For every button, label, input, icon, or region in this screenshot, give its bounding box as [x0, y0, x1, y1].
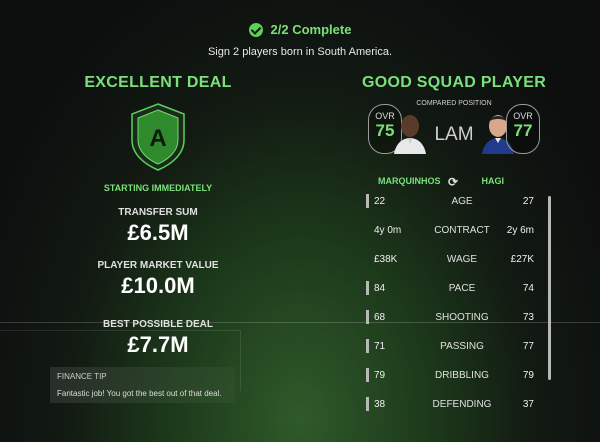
stat-name: DRIBBLING: [435, 370, 489, 381]
comparison-panel: GOOD SQUAD PLAYER OVR 75 COMPARED POSITI…: [356, 74, 552, 192]
stat-right-value: 74: [522, 283, 534, 294]
stat-right-value: 79: [522, 370, 534, 381]
stat-name: CONTRACT: [434, 225, 490, 236]
objective-status: 2/2 Complete: [248, 22, 352, 37]
stat-left-value: 38: [374, 399, 386, 410]
stat-name: WAGE: [446, 254, 478, 265]
stat-marker: [366, 397, 369, 411]
stats-list[interactable]: 22 AGE 27 4y 0m CONTRACT 2y 6m £38K WAGE…: [366, 190, 550, 422]
best-deal-value: £7.7M: [127, 332, 189, 357]
check-circle-icon: [248, 22, 263, 37]
right-player-name: HAGI: [481, 176, 505, 186]
stat-row-contract: 4y 0m CONTRACT 2y 6m: [366, 219, 550, 248]
stat-row-pace: 84 PACE 74: [366, 277, 550, 306]
comparison-heading: GOOD SQUAD PLAYER: [361, 74, 547, 91]
stat-name: PASSING: [440, 341, 484, 352]
objective-description: Sign 2 players born in South America.: [207, 45, 393, 58]
deal-panel: EXCELLENT DEAL A STARTING IMMEDIATELY TR…: [58, 74, 258, 358]
stat-left-value: 4y 0m: [374, 225, 402, 236]
transfer-sum-label: TRANSFER SUM: [118, 207, 198, 218]
stat-left-value: 84: [374, 283, 386, 294]
stat-name: DEFENDING: [432, 399, 492, 410]
finance-tip-text: Fantastic job! You got the best out of t…: [57, 389, 222, 398]
stat-row-age: 22 AGE 27: [366, 190, 550, 219]
stat-left-value: £38K: [374, 254, 398, 265]
stat-name: SHOOTING: [435, 312, 489, 323]
stats-scrollbar[interactable]: [548, 196, 551, 380]
stat-row-shooting: 68 SHOOTING 73: [366, 306, 550, 335]
stat-right-value: 73: [522, 312, 534, 323]
stat-marker: [366, 281, 369, 295]
compared-position-label: COMPARED POSITION: [416, 100, 492, 107]
stat-left-value: 71: [374, 341, 386, 352]
player-compare-header: OVR 75 COMPARED POSITION LAM OVR 77: [356, 100, 552, 164]
right-player-ovr: OVR 77: [506, 104, 540, 154]
finance-tip-title: FINANCE TIP: [57, 372, 107, 381]
stat-row-wage: £38K WAGE £27K: [366, 248, 550, 277]
deal-heading: EXCELLENT DEAL: [84, 74, 232, 91]
stat-row-passing: 71 PASSING 77: [366, 335, 550, 364]
stat-right-value: 27: [522, 196, 534, 207]
deal-grade: A: [149, 125, 166, 152]
stat-marker: [366, 339, 369, 353]
deal-grade-badge: A: [131, 103, 185, 171]
stat-right-value: 37: [522, 399, 534, 410]
deal-timing: STARTING IMMEDIATELY: [103, 183, 213, 193]
stat-left-value: 68: [374, 312, 386, 323]
stat-name: AGE: [451, 196, 473, 207]
right-ovr-value: 77: [513, 121, 533, 140]
stat-marker: [366, 368, 369, 382]
stat-right-value: £27K: [510, 254, 534, 265]
stat-marker: [366, 194, 369, 208]
market-value-value: £10.0M: [121, 273, 195, 298]
finance-tip: FINANCE TIP Fantastic job! You got the b…: [50, 367, 235, 403]
left-player-name: MARQUINHOS: [378, 176, 441, 186]
best-deal-label: BEST POSSIBLE DEAL: [102, 319, 213, 330]
market-value-label: PLAYER MARKET VALUE: [97, 260, 219, 271]
stat-marker: [366, 310, 369, 324]
swap-icon[interactable]: ⟳: [448, 175, 458, 189]
transfer-sum-value: £6.5M: [127, 220, 189, 245]
stat-right-value: 2y 6m: [506, 225, 534, 236]
stat-right-value: 77: [522, 341, 534, 352]
stat-row-dribbling: 79 DRIBBLING 79: [366, 364, 550, 393]
objective-status-text: 2/2 Complete: [270, 22, 352, 37]
objective-banner: 2/2 Complete Sign 2 players born in Sout…: [0, 22, 600, 58]
right-ovr-label: OVR: [513, 111, 533, 121]
stat-row-defending: 38 DEFENDING 37: [366, 393, 550, 422]
stat-left-value: 22: [374, 196, 386, 207]
stat-left-value: 79: [374, 370, 386, 381]
stat-name: PACE: [448, 283, 476, 294]
